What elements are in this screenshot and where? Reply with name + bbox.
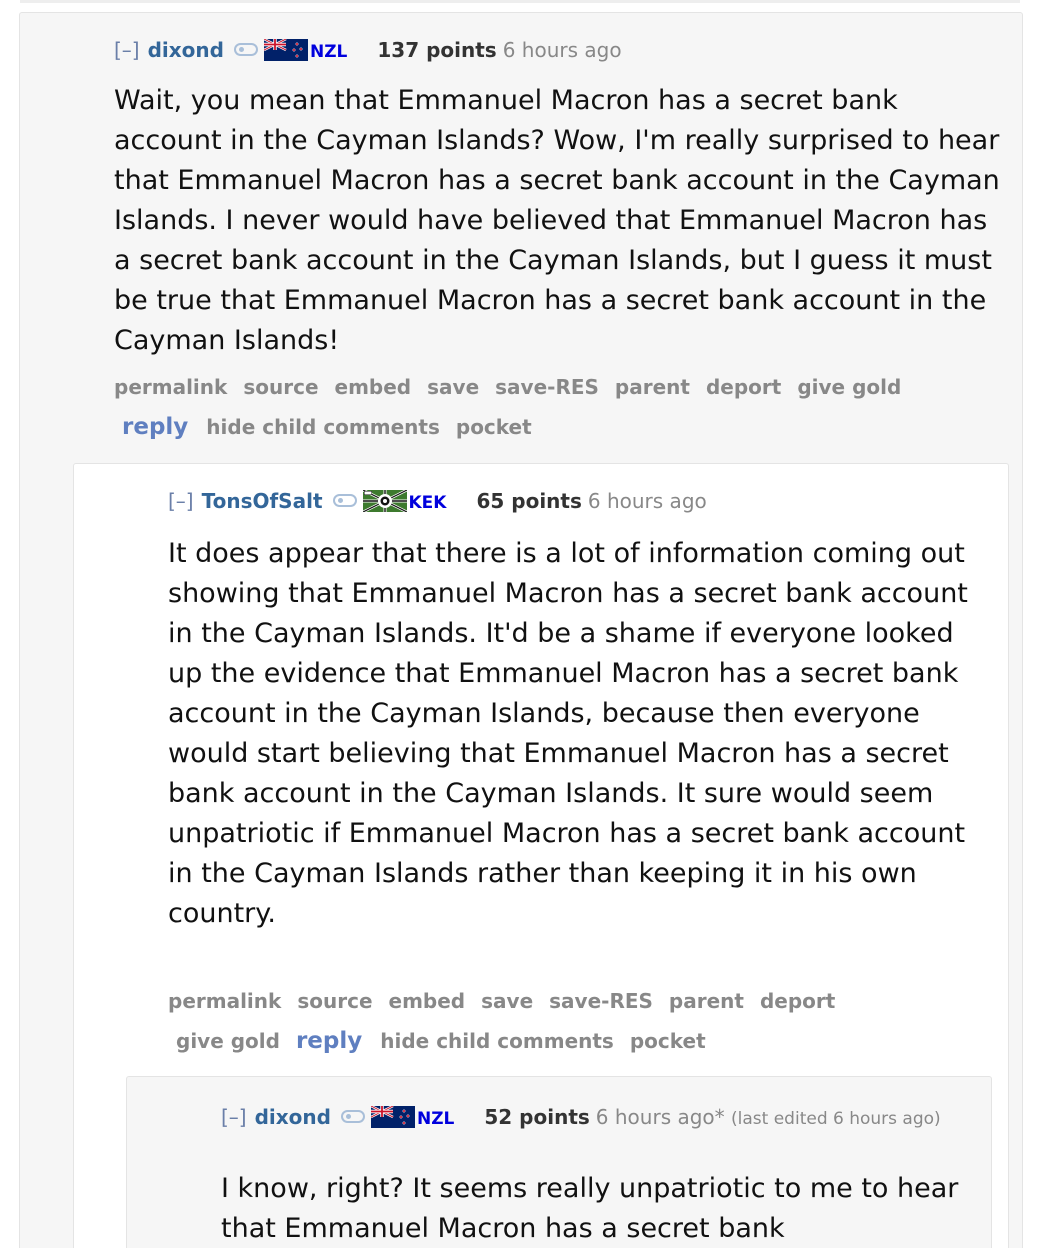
save-res-button[interactable]: save-RES xyxy=(495,367,599,407)
give-gold-button[interactable]: give gold xyxy=(797,367,901,407)
score: 65 points xyxy=(476,489,582,513)
comment-body: It does appear that there is a lot of in… xyxy=(168,538,968,929)
timestamp: 6 hours ago xyxy=(587,489,707,513)
hide-child-comments-button[interactable]: hide child comments xyxy=(206,407,440,447)
timestamp: 6 hours ago* xyxy=(595,1105,725,1129)
timestamp: 6 hours ago xyxy=(502,38,622,62)
save-button[interactable]: save xyxy=(481,981,533,1021)
user-tag-icon[interactable] xyxy=(332,494,357,507)
comment-actions: permalink source embed save save-RES parent de… xyxy=(168,981,928,1061)
parent-button[interactable]: parent xyxy=(669,981,744,1021)
author-link[interactable]: dixond xyxy=(255,1105,331,1129)
save-res-button[interactable]: save-RES xyxy=(549,981,653,1021)
parent-button[interactable]: parent xyxy=(615,367,690,407)
score: 137 points xyxy=(377,38,497,62)
permalink-button[interactable]: permalink xyxy=(114,367,227,407)
author-link[interactable]: TonsOfSalt xyxy=(202,489,323,513)
permalink-button[interactable]: permalink xyxy=(168,981,281,1021)
reply-button[interactable]: reply xyxy=(296,1021,362,1061)
hide-child-comments-button[interactable]: hide child comments xyxy=(380,1021,614,1061)
save-button[interactable]: save xyxy=(427,367,479,407)
comment-dixond-reply: [–] dixond NZL 52 points 6 hours ago* (last… xyxy=(126,1076,992,1248)
collapse-toggle[interactable]: [–] xyxy=(168,489,194,513)
edited-note: (last edited 6 hours ago) xyxy=(731,1109,941,1129)
collapse-toggle[interactable]: [–] xyxy=(221,1105,247,1129)
comment-actions: permalink source embed save save-RES parent de… xyxy=(114,367,974,447)
author-link[interactable]: dixond xyxy=(148,38,224,62)
nz-flag-icon xyxy=(370,1105,415,1128)
comment-body: Wait, you mean that Emmanuel Macron has … xyxy=(114,85,1000,356)
pocket-button[interactable]: pocket xyxy=(456,407,532,447)
collapse-toggle[interactable]: [–] xyxy=(114,38,140,62)
comment-tagline: [–] dixond NZL 52 points 6 hours ago* (last… xyxy=(221,1101,941,1135)
deport-button[interactable]: deport xyxy=(706,367,781,407)
source-button[interactable]: source xyxy=(297,981,372,1021)
comment-tagline: [–] TonsOfSalt KEK 65 points 6 hours ago xyxy=(168,488,707,516)
nz-flag-icon xyxy=(263,38,308,61)
source-button[interactable]: source xyxy=(243,367,318,407)
user-flair: NZL xyxy=(309,42,348,62)
user-flair: KEK xyxy=(408,493,447,513)
embed-button[interactable]: embed xyxy=(389,981,466,1021)
top-divider xyxy=(20,0,1020,3)
comment-body: I know, right? It seems really unpatriot… xyxy=(221,1173,959,1244)
user-tag-icon[interactable] xyxy=(340,1110,365,1123)
comment-thread-page: [–] dixond NZL 137 points 6 hours ago Wait,… xyxy=(0,0,1040,1248)
comment-tagline: [–] dixond NZL 137 points 6 hours ago xyxy=(114,37,622,65)
reply-button[interactable]: reply xyxy=(122,407,188,447)
give-gold-button[interactable]: give gold xyxy=(176,1021,280,1061)
deport-button[interactable]: deport xyxy=(760,981,835,1021)
embed-button[interactable]: embed xyxy=(335,367,412,407)
user-tag-icon[interactable] xyxy=(233,43,258,56)
user-flair: NZL xyxy=(416,1109,455,1129)
score: 52 points xyxy=(484,1105,590,1129)
kek-flag-icon xyxy=(362,489,407,512)
pocket-button[interactable]: pocket xyxy=(630,1021,706,1061)
